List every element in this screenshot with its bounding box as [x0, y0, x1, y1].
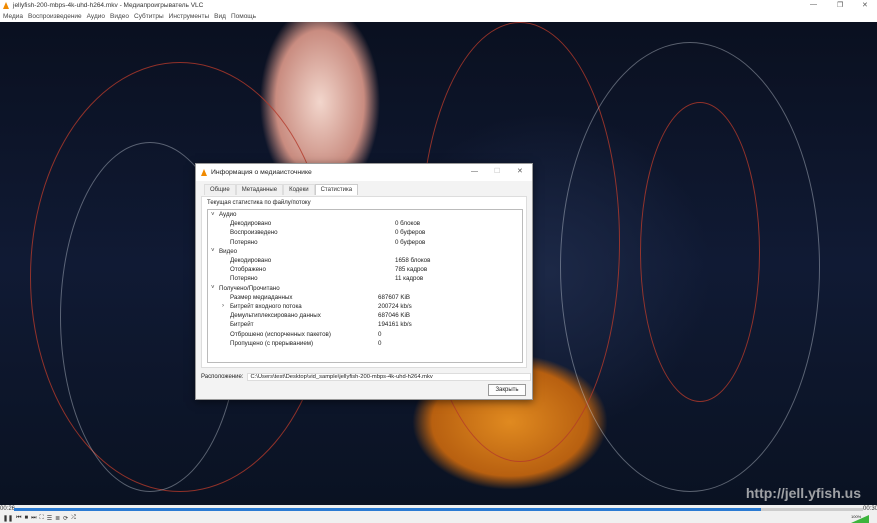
previous-icon[interactable]: ⏮: [16, 515, 21, 522]
menu-item[interactable]: Помощь: [231, 13, 256, 20]
media-info-dialog: Информация о медиаисточнике — ☐ ✕ Общие М…: [195, 163, 533, 400]
menu-item[interactable]: Аудио: [87, 13, 105, 20]
controls-bar: ❚❚ ⏮ ■ ⏭ ⛶ ☰ ≣ ⟳ ⤮: [0, 513, 877, 523]
stat-value: 0 буферов: [395, 238, 426, 246]
extended-settings-icon[interactable]: ☰: [47, 515, 52, 522]
tree-row: Воспроизведено 0 буферов: [208, 228, 522, 237]
menu-item[interactable]: Видео: [110, 13, 129, 20]
fullscreen-icon[interactable]: ⛶: [40, 515, 44, 522]
tree-row: Размер медиаданных 687607 KiB: [208, 293, 522, 302]
tree-row: › Битрейт входного потока 200724 kb/s: [208, 302, 522, 311]
stat-value: 1658 блоков: [395, 257, 431, 265]
tree-row: Отображено 785 кадров: [208, 265, 522, 274]
stat-value: 687607 KiB: [378, 293, 410, 301]
stat-name: Потеряно: [230, 275, 258, 283]
menu-item[interactable]: Воспроизведение: [28, 13, 82, 20]
seek-row: 00:26 00:30: [0, 505, 877, 513]
dialog-title-bar: Информация о медиаисточнике — ☐ ✕: [196, 164, 532, 181]
location-row: Расположение: C:\Users\test\Desktop\vid_…: [201, 373, 532, 381]
tree-row: Пропущено (с прерыванием) 0: [208, 339, 522, 348]
tab-2[interactable]: Кодеки: [283, 184, 315, 195]
tree-group[interactable]: ˅ Аудио: [208, 210, 522, 219]
elapsed-time: 00:26: [0, 506, 16, 512]
tree-group[interactable]: ˅ Получено/Прочитано: [208, 284, 522, 293]
close-button[interactable]: ✕: [862, 1, 868, 9]
stat-value: 0 блоков: [395, 220, 421, 228]
dialog-maximize-button[interactable]: ☐: [494, 167, 500, 175]
stat-name: Декодировано: [230, 257, 272, 265]
watermark: http://jell.yfish.us: [745, 485, 861, 501]
stat-value: 0 буферов: [395, 229, 426, 237]
tree-row: Потеряно 11 кадров: [208, 274, 522, 283]
stat-name: Размер медиаданных: [230, 293, 293, 301]
tab-3[interactable]: Статистика: [314, 184, 359, 195]
group-label: Аудио: [219, 211, 237, 219]
panel-label: Текущая статистика по файлу/потоку: [207, 200, 311, 206]
seek-fill: [14, 507, 762, 511]
tree-row: Отброшено (испорченных пакетов) 0: [208, 329, 522, 338]
stat-name: Отброшено (испорченных пакетов): [230, 330, 331, 338]
shuffle-icon[interactable]: ⤮: [71, 515, 76, 522]
window-title: jellyfish-200-mbps-4k-uhd-h264.mkv - Мед…: [13, 2, 204, 9]
stop-icon[interactable]: ■: [24, 515, 28, 521]
title-bar: jellyfish-200-mbps-4k-uhd-h264.mkv - Мед…: [0, 0, 877, 11]
next-icon[interactable]: ⏭: [31, 515, 36, 522]
statistics-panel: Текущая статистика по файлу/потоку ˅ Ауди…: [201, 196, 527, 368]
tab-1[interactable]: Метаданные: [235, 184, 284, 195]
stat-value: 200724 kb/s: [378, 302, 412, 310]
stat-name: Воспроизведено: [230, 229, 278, 237]
location-label: Расположение:: [201, 374, 244, 380]
vlc-logo-icon: [201, 169, 207, 176]
vlc-logo-icon: [3, 2, 9, 9]
dialog-close-icon[interactable]: ✕: [517, 167, 523, 175]
menu-item[interactable]: Субтитры: [134, 13, 164, 20]
maximize-button[interactable]: ❐: [837, 1, 843, 9]
tentacle-decoration: [640, 102, 760, 402]
playlist-icon[interactable]: ≣: [55, 515, 60, 522]
menu-item[interactable]: Вид: [214, 13, 226, 20]
group-label: Получено/Прочитано: [219, 284, 280, 292]
stat-value: 0: [378, 330, 382, 338]
stat-name: Потеряно: [230, 238, 258, 246]
menu-item[interactable]: Медиа: [3, 13, 23, 20]
pause-icon[interactable]: ❚❚: [3, 515, 13, 522]
total-time: 00:30: [863, 506, 877, 512]
stat-value: 194161 kb/s: [378, 321, 412, 329]
stat-value: 11 кадров: [395, 275, 424, 283]
minimize-button[interactable]: —: [810, 1, 817, 8]
tree-row: Битрейт 194161 kb/s: [208, 320, 522, 329]
tab-bar: Общие Метаданные Кодеки Статистика: [204, 184, 359, 195]
stat-value: 0: [378, 339, 382, 347]
tree-group[interactable]: ˅ Видео: [208, 247, 522, 256]
stat-name: Пропущено (с прерыванием): [230, 339, 314, 347]
group-label: Видео: [219, 247, 238, 255]
stat-value: 785 кадров: [395, 266, 428, 274]
loop-icon[interactable]: ⟳: [63, 515, 68, 522]
seek-bar[interactable]: [14, 507, 863, 511]
chevron-right-icon[interactable]: ›: [222, 303, 224, 309]
chevron-down-icon[interactable]: ˅: [211, 212, 215, 218]
chevron-down-icon[interactable]: ˅: [211, 285, 215, 291]
volume-slider[interactable]: 100%: [847, 514, 869, 523]
stat-value: 687046 KiB: [378, 312, 410, 320]
stat-name: Отображено: [230, 266, 266, 274]
close-dialog-button[interactable]: Закрыть: [488, 384, 526, 396]
location-field[interactable]: C:\Users\test\Desktop\vid_sample\jellyfi…: [247, 373, 532, 381]
tree-row: Потеряно 0 буферов: [208, 238, 522, 247]
stat-name: Битрейт: [230, 321, 254, 329]
menu-item[interactable]: Инструменты: [169, 13, 210, 20]
stat-name: Демультиплексировано данных: [230, 312, 321, 320]
stat-name: Битрейт входного потока: [230, 302, 302, 310]
volume-level-icon: [851, 515, 869, 523]
stat-name: Декодировано: [230, 220, 272, 228]
tree-row: Демультиплексировано данных 687046 KiB: [208, 311, 522, 320]
statistics-tree[interactable]: ˅ Аудио Декодировано 0 блоков Воспроизведено…: [207, 209, 523, 363]
tree-row: Декодировано 0 блоков: [208, 219, 522, 228]
menu-bar: Медиа Воспроизведение Аудио Видео Субтитры Ин…: [0, 11, 877, 22]
dialog-title: Информация о медиаисточнике: [211, 169, 312, 176]
chevron-down-icon[interactable]: ˅: [211, 248, 215, 254]
tab-0[interactable]: Общие: [204, 184, 236, 195]
dialog-minimize-button[interactable]: —: [471, 168, 478, 175]
tree-row: Декодировано 1658 блоков: [208, 256, 522, 265]
